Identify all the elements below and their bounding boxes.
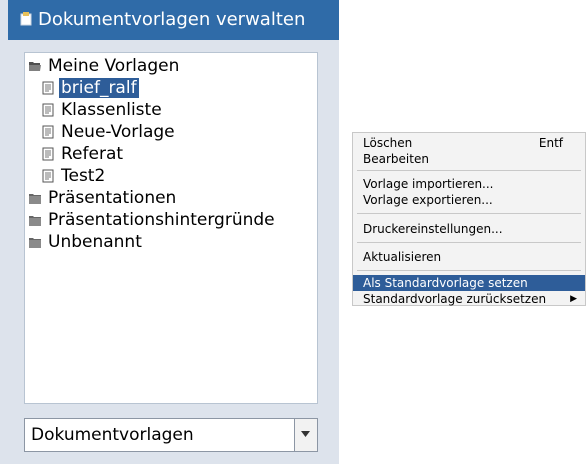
category-select-value: Dokumentvorlagen <box>31 425 194 445</box>
menu-separator <box>357 170 581 171</box>
tree-item-label: Unbenannt <box>48 232 142 252</box>
menu-item-aktualisieren[interactable]: Aktualisieren <box>353 249 585 265</box>
tree-item-unbenannt[interactable]: Unbenannt <box>28 231 144 253</box>
menu-item-label: Als Standardvorlage setzen <box>363 276 528 290</box>
menu-item-standardvorlage-zuruecksetzen[interactable]: Standardvorlage zurücksetzen ▶ <box>353 291 585 307</box>
context-menu: Löschen Entf Bearbeiten Vorlage importie… <box>352 132 586 306</box>
tree-item-label: Test2 <box>61 166 106 186</box>
menu-separator <box>357 270 581 271</box>
menu-item-label: Vorlage exportieren... <box>363 193 493 207</box>
tree-item-praesentationen[interactable]: Präsentationen <box>28 187 178 209</box>
window-titlebar: Dokumentvorlagen verwalten <box>8 0 339 40</box>
category-select-button[interactable] <box>294 419 317 451</box>
menu-item-accelerator: Entf <box>538 136 563 150</box>
tree-item-meine-vorlagen[interactable]: Meine Vorlagen <box>28 55 181 77</box>
menu-item-label: Löschen <box>363 136 413 150</box>
document-icon <box>42 169 54 183</box>
menu-item-bearbeiten[interactable]: Bearbeiten <box>353 151 585 167</box>
tree-item-label: Referat <box>61 144 124 164</box>
menu-item-label: Aktualisieren <box>363 250 442 264</box>
menu-item-label: Vorlage importieren... <box>363 177 494 191</box>
template-manager-panel: Dokumentvorlagen verwalten Meine Vorlage… <box>0 0 339 464</box>
document-icon <box>42 103 54 117</box>
tree-item-referat[interactable]: Referat <box>41 143 125 165</box>
chevron-down-icon <box>301 431 310 437</box>
menu-item-loeschen[interactable]: Löschen Entf <box>353 135 585 151</box>
menu-item-vorlage-importieren[interactable]: Vorlage importieren... <box>353 176 585 192</box>
menu-item-druckereinstellungen[interactable]: Druckereinstellungen... <box>353 221 585 237</box>
tree-item-label: Präsentationshintergründe <box>48 210 275 230</box>
category-select[interactable]: Dokumentvorlagen <box>24 418 318 452</box>
folder-icon <box>29 238 41 248</box>
menu-item-label: Druckereinstellungen... <box>363 222 503 236</box>
tree-item-label: brief_ralf <box>59 78 139 98</box>
menu-item-label: Bearbeiten <box>363 152 429 166</box>
menu-separator <box>357 213 581 214</box>
folder-open-icon <box>29 62 41 71</box>
document-icon <box>42 147 54 161</box>
menu-item-label: Standardvorlage zurücksetzen <box>363 292 547 306</box>
templates-icon <box>20 12 32 26</box>
submenu-arrow-icon: ▶ <box>570 294 577 304</box>
tree-item-test2[interactable]: Test2 <box>41 165 107 187</box>
tree-item-brief-ralf[interactable]: brief_ralf <box>41 77 139 99</box>
tree-item-praesentationshintergruende[interactable]: Präsentationshintergründe <box>28 209 277 231</box>
menu-item-vorlage-exportieren[interactable]: Vorlage exportieren... <box>353 192 585 208</box>
window-title: Dokumentvorlagen verwalten <box>38 9 306 30</box>
menu-separator <box>357 242 581 243</box>
template-tree[interactable]: Meine Vorlagen brief_ralf Klassenliste N… <box>24 52 318 404</box>
folder-icon <box>29 216 41 226</box>
tree-item-klassenliste[interactable]: Klassenliste <box>41 99 164 121</box>
tree-item-label: Klassenliste <box>61 100 162 120</box>
menu-item-als-standardvorlage-setzen[interactable]: Als Standardvorlage setzen <box>353 275 585 291</box>
tree-item-label: Meine Vorlagen <box>48 56 180 76</box>
folder-icon <box>29 194 41 204</box>
document-icon <box>42 125 54 139</box>
tree-item-label: Präsentationen <box>48 188 177 208</box>
document-icon <box>42 81 54 95</box>
tree-item-neue-vorlage[interactable]: Neue-Vorlage <box>41 121 177 143</box>
tree-item-label: Neue-Vorlage <box>61 122 175 142</box>
